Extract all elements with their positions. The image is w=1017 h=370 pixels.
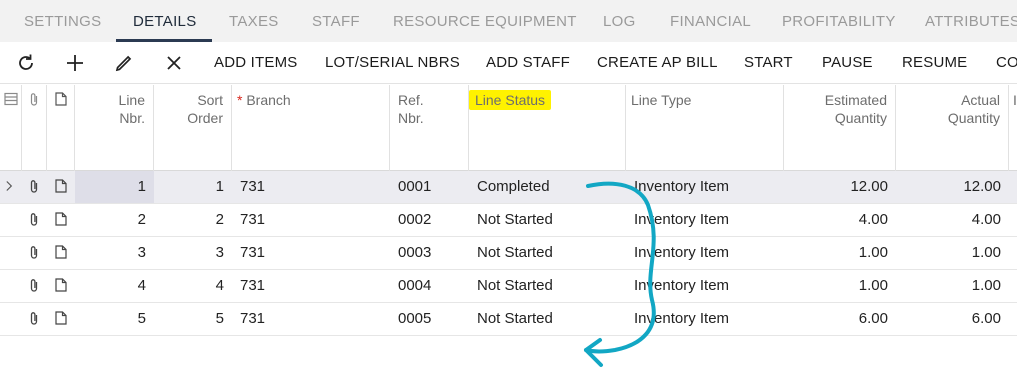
pause-button[interactable]: PAUSE bbox=[822, 54, 873, 71]
cell-estimated-quantity[interactable]: 6.00 bbox=[784, 303, 896, 335]
cell-line-status[interactable]: Not Started bbox=[469, 237, 626, 269]
paperclip-icon[interactable] bbox=[28, 179, 40, 194]
tab-attributes[interactable]: ATTRIBUTES bbox=[925, 13, 1017, 30]
cell-actual-quantity[interactable]: 6.00 bbox=[896, 303, 1009, 335]
paperclip-icon[interactable] bbox=[28, 245, 40, 260]
add-staff-button[interactable]: ADD STAFF bbox=[486, 54, 570, 71]
note-icon[interactable] bbox=[55, 278, 67, 292]
cell-branch[interactable]: 731 bbox=[232, 303, 390, 335]
cell-line-nbr[interactable]: 1 bbox=[75, 171, 154, 203]
cell-ref-nbr[interactable]: 0001 bbox=[390, 171, 469, 203]
header-sort-order[interactable]: Sort Order bbox=[154, 85, 232, 171]
cell-branch[interactable]: 731 bbox=[232, 204, 390, 236]
cell-ref-nbr[interactable]: 0003 bbox=[390, 237, 469, 269]
tab-financial[interactable]: FINANCIAL bbox=[670, 13, 751, 30]
grid-header: Line Nbr. Sort Order * Branch Ref. Nbr. … bbox=[0, 85, 1017, 171]
cell-line-status[interactable]: Not Started bbox=[469, 303, 626, 335]
cell-sort-order[interactable]: 4 bbox=[154, 270, 232, 302]
cell-actual-quantity[interactable]: 1.00 bbox=[896, 270, 1009, 302]
cell-line-nbr[interactable]: 3 bbox=[75, 237, 154, 269]
cell-ref-nbr[interactable]: 0002 bbox=[390, 204, 469, 236]
cell-line-status[interactable]: Not Started bbox=[469, 270, 626, 302]
tab-profitability[interactable]: PROFITABILITY bbox=[782, 13, 896, 30]
header-ref-nbr[interactable]: Ref. Nbr. bbox=[390, 85, 469, 171]
current-row-chevron-icon bbox=[6, 181, 13, 191]
table-row[interactable]: 5 5 731 0005 Not Started Inventory Item 6.00 6.… bbox=[0, 303, 1017, 336]
attachment-header bbox=[22, 85, 47, 171]
required-marker: * bbox=[237, 92, 243, 108]
note-icon[interactable] bbox=[55, 212, 67, 226]
tab-bar: SETTINGS DETAILS TAXES STAFF RESOURCE EQ… bbox=[0, 0, 1017, 42]
cell-line-status[interactable]: Completed bbox=[469, 171, 626, 203]
tab-resource-equipment[interactable]: RESOURCE EQUIPMENT bbox=[393, 13, 577, 30]
paperclip-icon[interactable] bbox=[28, 278, 40, 293]
tab-staff[interactable]: STAFF bbox=[312, 13, 360, 30]
create-ap-bill-button[interactable]: CREATE AP BILL bbox=[597, 54, 718, 71]
paperclip-icon[interactable] bbox=[28, 212, 40, 227]
cell-line-status[interactable]: Not Started bbox=[469, 204, 626, 236]
lot-serial-nbrs-button[interactable]: LOT/SERIAL NBRS bbox=[325, 54, 460, 71]
cell-ref-nbr[interactable]: 0004 bbox=[390, 270, 469, 302]
table-row[interactable]: 1 1 731 0001 Completed Inventory Item 12.00 12.… bbox=[0, 171, 1017, 204]
cell-line-type[interactable]: Inventory Item bbox=[626, 303, 784, 335]
cell-line-nbr[interactable]: 4 bbox=[75, 270, 154, 302]
cell-line-type[interactable]: Inventory Item bbox=[626, 171, 784, 203]
column-settings-header[interactable] bbox=[0, 85, 22, 171]
add-items-button[interactable]: ADD ITEMS bbox=[214, 54, 297, 71]
cell-estimated-quantity[interactable]: 12.00 bbox=[784, 171, 896, 203]
cell-sort-order[interactable]: 1 bbox=[154, 171, 232, 203]
header-line-type[interactable]: Line Type bbox=[626, 85, 784, 171]
resume-button[interactable]: RESUME bbox=[902, 54, 967, 71]
annotation-arrow-head bbox=[584, 338, 603, 367]
cell-line-type[interactable]: Inventory Item bbox=[626, 204, 784, 236]
close-icon[interactable] bbox=[162, 51, 186, 75]
table-row[interactable]: 2 2 731 0002 Not Started Inventory Item 4.00 4.… bbox=[0, 204, 1017, 237]
cell-sort-order[interactable]: 2 bbox=[154, 204, 232, 236]
cell-line-nbr[interactable]: 2 bbox=[75, 204, 154, 236]
header-estimated-quantity[interactable]: Estimated Quantity bbox=[784, 85, 896, 171]
cell-line-type[interactable]: Inventory Item bbox=[626, 237, 784, 269]
tab-details[interactable]: DETAILS bbox=[133, 13, 197, 30]
table-row[interactable]: 3 3 731 0003 Not Started Inventory Item 1.00 1.… bbox=[0, 237, 1017, 270]
cell-actual-quantity[interactable]: 4.00 bbox=[896, 204, 1009, 236]
line-status-highlight: Line Status bbox=[469, 90, 552, 110]
tab-log[interactable]: LOG bbox=[603, 13, 636, 30]
tab-settings[interactable]: SETTINGS bbox=[24, 13, 101, 30]
table-row[interactable]: 4 4 731 0004 Not Started Inventory Item 1.00 1.… bbox=[0, 270, 1017, 303]
start-button[interactable]: START bbox=[744, 54, 793, 71]
header-line-status[interactable]: Line Status bbox=[469, 85, 626, 171]
overflow-button[interactable]: CO bbox=[996, 54, 1017, 71]
tab-taxes[interactable]: TAXES bbox=[229, 13, 279, 30]
note-icon[interactable] bbox=[55, 311, 67, 325]
add-icon[interactable] bbox=[63, 51, 87, 75]
paperclip-icon[interactable] bbox=[28, 311, 40, 326]
header-branch[interactable]: * Branch bbox=[232, 85, 390, 171]
cell-actual-quantity[interactable]: 1.00 bbox=[896, 237, 1009, 269]
cell-sort-order[interactable]: 3 bbox=[154, 237, 232, 269]
cell-branch[interactable]: 731 bbox=[232, 171, 390, 203]
cell-ref-nbr[interactable]: 0005 bbox=[390, 303, 469, 335]
cell-estimated-quantity[interactable]: 1.00 bbox=[784, 237, 896, 269]
note-icon[interactable] bbox=[55, 245, 67, 259]
note-icon bbox=[55, 92, 67, 106]
cell-estimated-quantity[interactable]: 1.00 bbox=[784, 270, 896, 302]
header-line-nbr[interactable]: Line Nbr. bbox=[75, 85, 154, 171]
refresh-icon[interactable] bbox=[14, 51, 38, 75]
cell-line-nbr[interactable]: 5 bbox=[75, 303, 154, 335]
header-overflow: I bbox=[1013, 92, 1017, 108]
cell-line-type[interactable]: Inventory Item bbox=[626, 270, 784, 302]
header-actual-quantity[interactable]: Actual Quantity bbox=[896, 85, 1009, 171]
cell-branch[interactable]: 731 bbox=[232, 237, 390, 269]
note-header bbox=[47, 85, 75, 171]
cell-actual-quantity[interactable]: 12.00 bbox=[896, 171, 1009, 203]
edit-icon[interactable] bbox=[112, 51, 136, 75]
column-chooser-icon[interactable] bbox=[4, 92, 18, 106]
cell-branch[interactable]: 731 bbox=[232, 270, 390, 302]
cell-estimated-quantity[interactable]: 4.00 bbox=[784, 204, 896, 236]
cell-sort-order[interactable]: 5 bbox=[154, 303, 232, 335]
paperclip-icon bbox=[30, 93, 38, 106]
toolbar: ADD ITEMS LOT/SERIAL NBRS ADD STAFF CREA… bbox=[0, 42, 1017, 84]
note-icon[interactable] bbox=[55, 179, 67, 193]
